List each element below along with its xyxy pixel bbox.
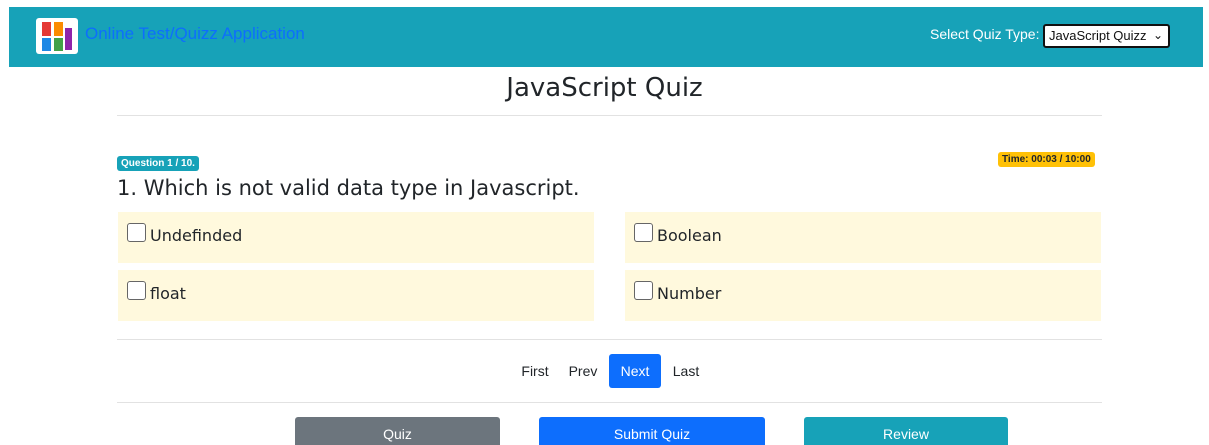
app-title-link[interactable]: Online Test/Quizz Application [85,24,305,44]
question-counter-badge: Question 1 / 10. [117,156,199,171]
option-label: Boolean [657,226,722,245]
pager-next-button[interactable]: Next [609,354,661,388]
option-label: Number [657,284,722,303]
checkbox-icon[interactable] [127,281,146,300]
option-boolean[interactable]: Boolean [625,212,1101,263]
pager-first-button[interactable]: First [515,354,555,388]
app-logo-icon[interactable] [36,18,78,54]
option-float[interactable]: float [118,270,594,321]
option-undefinded[interactable]: Undefinded [118,212,594,263]
option-label: float [150,284,186,303]
pager-prev-button[interactable]: Prev [563,354,603,388]
question-text: 1. Which is not valid data type in Javas… [117,176,580,200]
chevron-down-icon: ⌄ [1152,28,1163,42]
checkbox-icon[interactable] [127,223,146,242]
quiz-type-selected-value: JavaScript Quizz [1049,28,1147,43]
page-title: JavaScript Quiz [506,73,703,103]
options-divider [117,339,1102,340]
quiz-button[interactable]: Quiz [295,417,500,445]
checkbox-icon[interactable] [634,223,653,242]
option-number[interactable]: Number [625,270,1101,321]
navbar: Online Test/Quizz Application Select Qui… [9,7,1203,67]
title-divider [117,115,1102,116]
checkbox-icon[interactable] [634,281,653,300]
option-label: Undefinded [150,226,243,245]
submit-quiz-button[interactable]: Submit Quiz [539,417,765,445]
quiz-type-select[interactable]: JavaScript Quizz ⌄ [1043,24,1170,48]
timer-badge: Time: 00:03 / 10:00 [998,152,1095,167]
quiz-type-label: Select Quiz Type: [930,26,1040,42]
pager-divider [117,402,1102,403]
pager-last-button[interactable]: Last [666,354,706,388]
review-button[interactable]: Review [804,417,1008,445]
